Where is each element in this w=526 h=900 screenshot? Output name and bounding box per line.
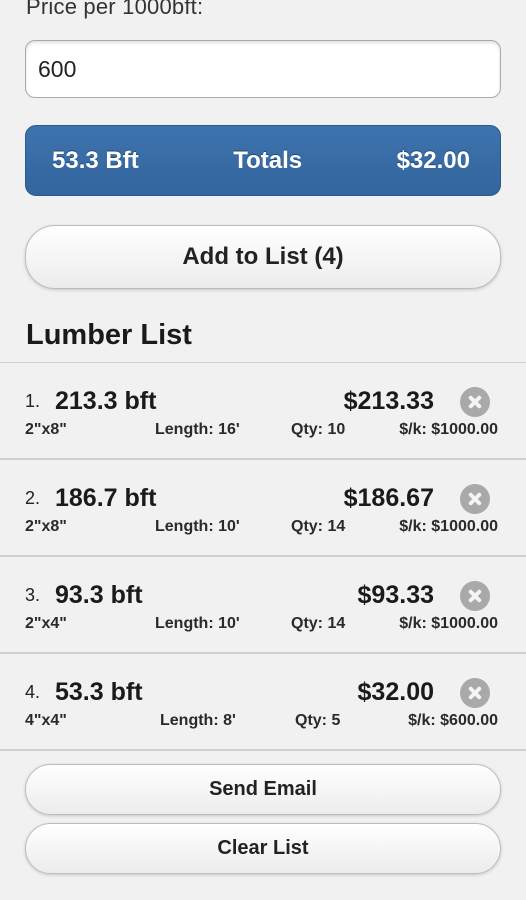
- item-qty: Qty: 5: [295, 712, 341, 729]
- remove-item-icon[interactable]: [460, 387, 490, 417]
- item-number: 1.: [25, 391, 41, 411]
- item-qty: Qty: 10: [291, 421, 346, 438]
- totals-cost: $32.00: [396, 146, 470, 174]
- item-size: 2"x8": [25, 421, 67, 438]
- item-cost: $186.67: [343, 484, 434, 512]
- totals-label: Totals: [233, 146, 303, 174]
- item-rate: $/k: $1000.00: [399, 421, 498, 438]
- price-input[interactable]: [25, 40, 501, 98]
- item-bft: 93.3 bft: [55, 581, 143, 609]
- item-length: Length: 10': [155, 518, 240, 535]
- list-item[interactable]: 1. 213.3 bft $213.33 2"x8" Length: 16' Q…: [0, 363, 526, 460]
- totals-bft: 53.3 Bft: [52, 146, 139, 174]
- send-email-button[interactable]: Send Email: [25, 764, 501, 815]
- remove-item-icon[interactable]: [460, 678, 490, 708]
- totals-bar: 53.3 Bft Totals $32.00: [25, 125, 501, 196]
- item-rate: $/k: $1000.00: [399, 615, 498, 632]
- add-to-list-button[interactable]: Add to List (4): [25, 225, 501, 289]
- item-cost: $213.33: [343, 387, 434, 415]
- remove-item-icon[interactable]: [460, 484, 490, 514]
- item-qty: Qty: 14: [291, 615, 346, 632]
- item-bft: 53.3 bft: [55, 678, 143, 706]
- clear-list-button[interactable]: Clear List: [25, 823, 501, 874]
- item-number: 3.: [25, 585, 41, 605]
- lumber-list-title: Lumber List: [26, 319, 192, 351]
- item-size: 2"x8": [25, 518, 67, 535]
- item-rate: $/k: $1000.00: [399, 518, 498, 535]
- item-length: Length: 8': [160, 712, 236, 729]
- list-item[interactable]: 2. 186.7 bft $186.67 2"x8" Length: 10' Q…: [0, 460, 526, 557]
- item-bft: 186.7 bft: [55, 484, 157, 512]
- item-cost: $32.00: [357, 678, 434, 706]
- item-size: 4"x4": [25, 712, 67, 729]
- item-bft: 213.3 bft: [55, 387, 157, 415]
- lumber-list: 1. 213.3 bft $213.33 2"x8" Length: 16' Q…: [0, 362, 526, 751]
- item-length: Length: 16': [155, 421, 240, 438]
- item-cost: $93.33: [357, 581, 434, 609]
- list-item[interactable]: 3. 93.3 bft $93.33 2"x4" Length: 10' Qty…: [0, 557, 526, 654]
- item-qty: Qty: 14: [291, 518, 346, 535]
- item-number: 2.: [25, 488, 41, 508]
- remove-item-icon[interactable]: [460, 581, 490, 611]
- list-item[interactable]: 4. 53.3 bft $32.00 4"x4" Length: 8' Qty:…: [0, 654, 526, 751]
- item-length: Length: 10': [155, 615, 240, 632]
- item-size: 2"x4": [25, 615, 67, 632]
- item-rate: $/k: $600.00: [408, 712, 498, 729]
- item-number: 4.: [25, 682, 41, 702]
- price-label: Price per 1000bft:: [26, 0, 204, 19]
